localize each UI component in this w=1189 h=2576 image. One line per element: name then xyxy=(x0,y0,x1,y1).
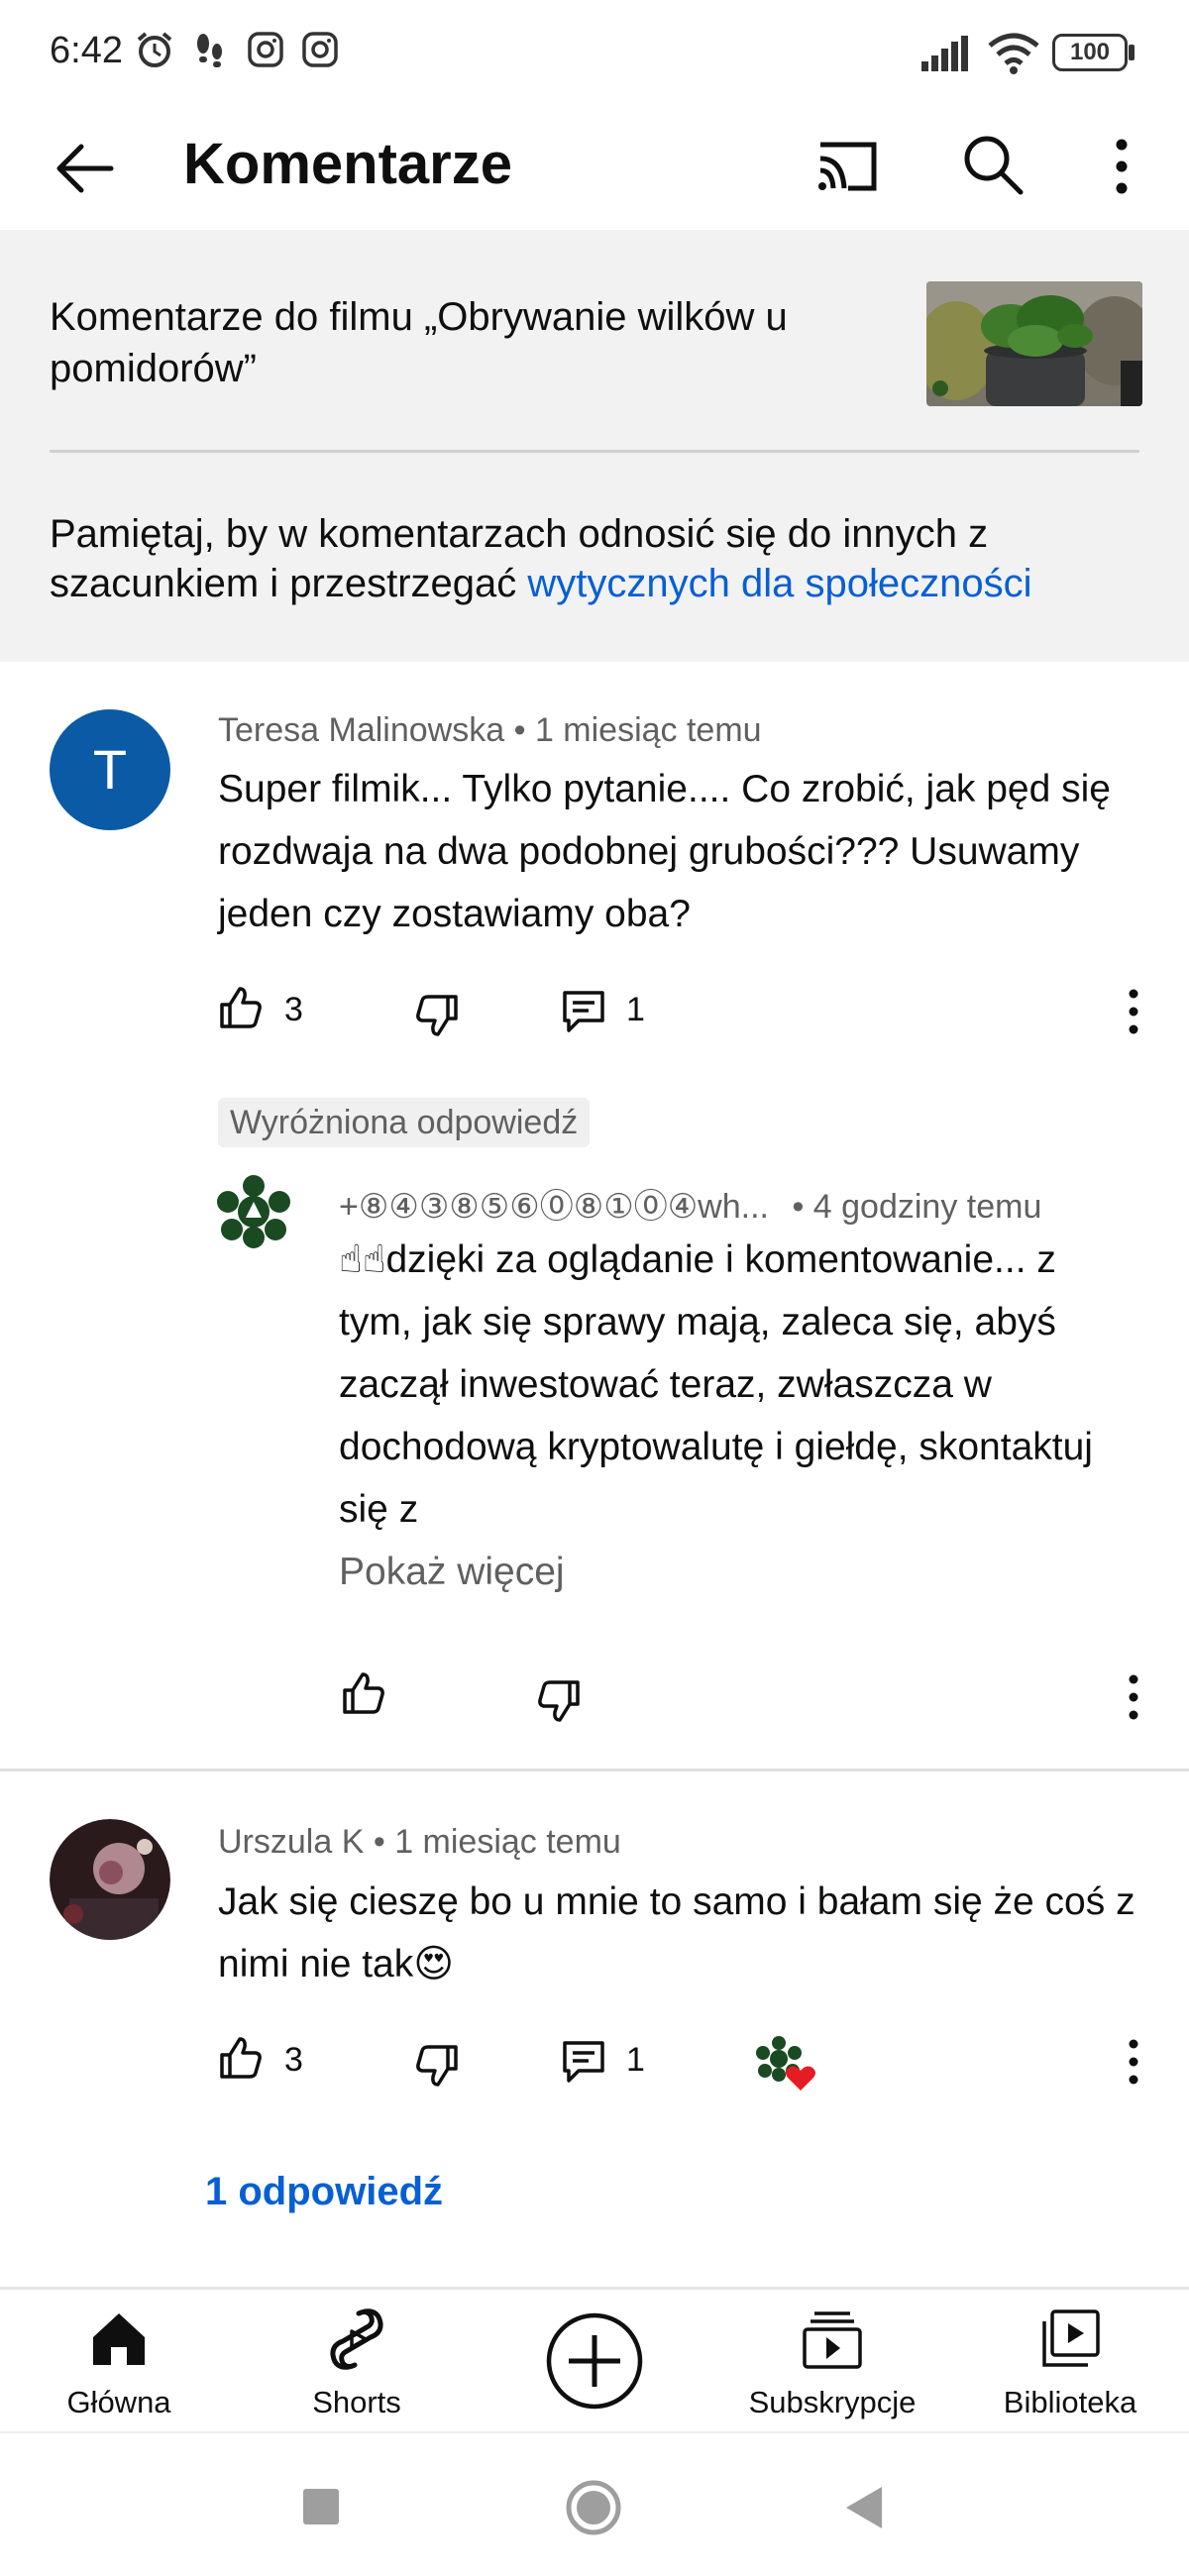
create-icon xyxy=(546,2312,643,2410)
page-title: Komentarze xyxy=(183,132,512,196)
avatar[interactable] xyxy=(50,1819,170,1940)
steps-icon xyxy=(197,34,222,67)
signal-icon xyxy=(921,36,968,71)
nav-library-label: Biblioteka xyxy=(1003,2385,1137,2419)
battery-icon: 100 xyxy=(1052,34,1128,71)
status-bar: 6:42 100 xyxy=(0,0,1189,109)
comment-author[interactable]: Teresa Malinowska xyxy=(218,711,504,749)
nav-subscriptions[interactable]: Subskrypcje xyxy=(713,2290,951,2434)
recents-button[interactable] xyxy=(303,2489,339,2524)
home-button[interactable] xyxy=(565,2479,622,2536)
reply-icon[interactable] xyxy=(561,989,606,1034)
like-icon[interactable] xyxy=(341,1670,386,1716)
back-arrow-icon[interactable] xyxy=(54,137,117,200)
creator-heart-icon xyxy=(756,2036,815,2091)
shorts-icon xyxy=(330,2308,383,2370)
reply-body: ☝☝dzięki za oglądanie i komentowanie... … xyxy=(339,1238,1093,1531)
status-time: 6:42 xyxy=(50,30,123,71)
highlighted-reply-chip: Wyróżniona odpowiedź xyxy=(218,1098,591,1147)
video-thumbnail[interactable] xyxy=(926,281,1142,406)
reply-avatar-icon[interactable] xyxy=(216,1174,291,1249)
comment-time: 1 miesiąc temu xyxy=(394,1823,621,1861)
battery-level: 100 xyxy=(1069,39,1111,65)
guidelines-notice: Pamiętaj, by w komentarzach odnosić się … xyxy=(50,509,1149,608)
nav-shorts[interactable]: Shorts xyxy=(238,2290,476,2434)
like-icon[interactable] xyxy=(218,985,264,1030)
comment-text: Jak się cieszę bo u mnie to samo i bałam… xyxy=(218,1880,1135,1986)
view-replies-link[interactable]: 1 odpowiedź xyxy=(205,2170,443,2214)
dislike-icon[interactable] xyxy=(414,2043,460,2089)
comment-meta: Teresa Malinowska • 1 miesiąc temu xyxy=(218,711,762,749)
comment-more-icon[interactable] xyxy=(1114,987,1153,1036)
nav-create[interactable] xyxy=(476,2290,713,2434)
reply-count: 1 xyxy=(626,991,645,1028)
reply-count: 1 xyxy=(626,2041,645,2079)
wifi-icon xyxy=(988,33,1039,74)
video-title: Komentarze do filmu „Obrywanie wilków u … xyxy=(50,295,788,390)
avatar-letter: T xyxy=(92,738,128,801)
reply-more-icon[interactable] xyxy=(1114,1672,1153,1722)
header-divider xyxy=(50,450,1139,453)
comment-divider xyxy=(0,1769,1189,1771)
reply-icon[interactable] xyxy=(561,2039,606,2085)
nav-library[interactable]: Biblioteka xyxy=(951,2290,1189,2434)
dislike-icon[interactable] xyxy=(414,993,460,1038)
system-navigation-bar xyxy=(0,2431,1189,2576)
comment-time: 1 miesiąc temu xyxy=(534,711,762,749)
app-bar: Komentarze xyxy=(0,109,1189,228)
video-thumbnail-image xyxy=(926,281,1142,406)
comment-meta: Urszula K • 1 miesiąc temu xyxy=(218,1823,621,1861)
subscriptions-icon xyxy=(803,2311,862,2369)
community-guidelines-link[interactable]: wytycznych dla społeczności xyxy=(527,562,1031,605)
comment-text: Super filmik... Tylko pytanie.... Co zro… xyxy=(218,768,1111,935)
nav-home[interactable]: Główna xyxy=(0,2290,238,2434)
search-icon[interactable] xyxy=(961,133,1025,198)
alarm-icon xyxy=(137,32,172,67)
reply-meta: +⑧④③⑧⑤⑥⓪⑧①⓪④wh... • 4 godziny temu xyxy=(339,1188,1042,1226)
comment-more-icon[interactable] xyxy=(1114,2037,1153,2087)
like-count: 3 xyxy=(284,991,303,1028)
show-more-link[interactable]: Pokaż więcej xyxy=(339,1551,565,1593)
reply-author[interactable]: +⑧④③⑧⑤⑥⓪⑧①⓪④wh... xyxy=(339,1188,769,1226)
comment-author[interactable]: Urszula K xyxy=(218,1823,364,1861)
reply-text: ☝☝dzięki za oglądanie i komentowanie... … xyxy=(339,1229,1132,1603)
like-icon[interactable] xyxy=(218,2035,264,2081)
home-icon xyxy=(93,2313,145,2365)
instagram-icon xyxy=(302,32,338,67)
comments-header: Komentarze do filmu „Obrywanie wilków u … xyxy=(0,230,1189,662)
library-icon xyxy=(1042,2309,1100,2367)
avatar[interactable]: T xyxy=(50,709,170,830)
instagram-icon xyxy=(248,32,283,67)
back-button[interactable] xyxy=(842,2485,884,2530)
more-options-icon[interactable] xyxy=(1102,135,1141,198)
like-count: 3 xyxy=(284,2041,303,2079)
reply-time: 4 godziny temu xyxy=(812,1188,1042,1226)
nav-subscriptions-label: Subskrypcje xyxy=(748,2385,917,2419)
nav-home-label: Główna xyxy=(66,2385,171,2419)
dislike-icon[interactable] xyxy=(536,1678,582,1724)
nav-shorts-label: Shorts xyxy=(312,2385,401,2419)
cast-icon[interactable] xyxy=(812,135,882,198)
bottom-navigation: Główna Shorts Subskrypcje Biblioteka xyxy=(0,2287,1189,2431)
